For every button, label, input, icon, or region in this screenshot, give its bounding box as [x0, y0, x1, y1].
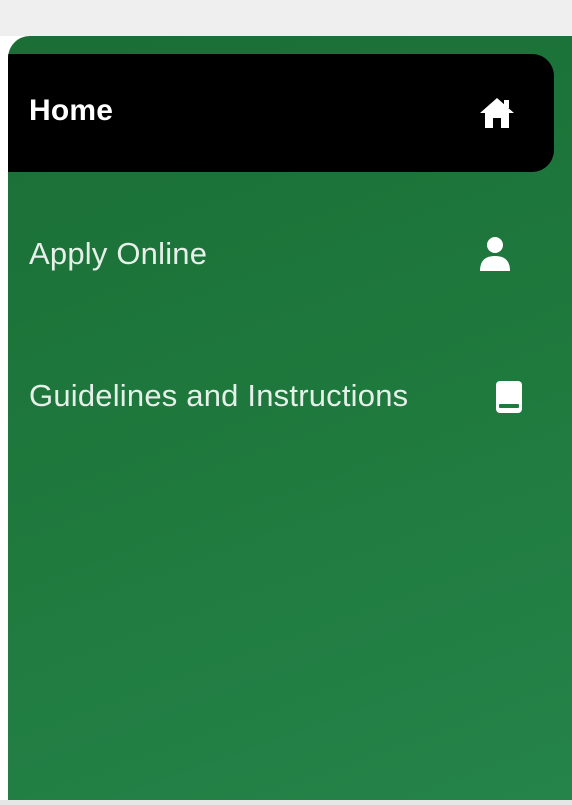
sidebar-item-apply-online[interactable]: Apply Online — [8, 196, 554, 312]
sidebar-nav: Home Apply Online Guidelines and Instruc… — [8, 36, 572, 800]
sidebar-item-guidelines[interactable]: Guidelines and Instructions — [8, 338, 554, 454]
sidebar-item-label: Home — [29, 94, 114, 127]
sidebar-item-label: Apply Online — [29, 236, 208, 271]
sidebar-item-label: Guidelines and Instructions — [29, 378, 409, 413]
bottom-edge — [0, 800, 572, 805]
user-icon — [480, 237, 510, 271]
top-bar — [0, 0, 572, 36]
home-icon — [480, 98, 514, 128]
book-icon — [496, 381, 522, 413]
sidebar-item-home[interactable]: Home — [8, 54, 554, 172]
app-frame: Home Apply Online Guidelines and Instruc… — [0, 0, 572, 805]
